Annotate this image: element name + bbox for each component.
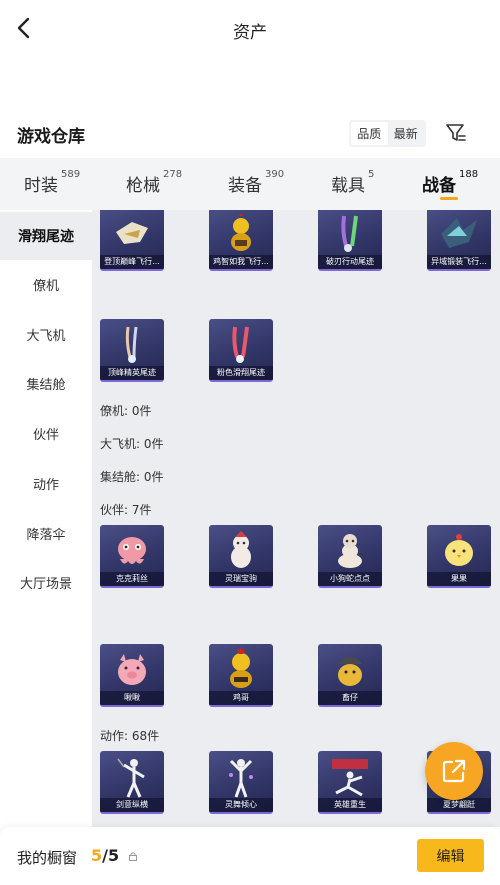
item-label: 畜仔	[318, 691, 382, 705]
sidebar-item-lobby-scene[interactable]: 大厅场景	[0, 558, 92, 606]
lock-icon	[129, 852, 137, 861]
sidebar-item-partner[interactable]: 伙伴	[0, 409, 92, 457]
share-icon	[442, 759, 466, 783]
showcase-count: 5/5	[91, 846, 119, 865]
page-title: 资产	[233, 23, 267, 43]
item-label: 鸡智如我飞行...	[209, 255, 273, 269]
tab-count: 5	[368, 169, 375, 180]
item-label: 小狗蛇点点	[318, 572, 382, 586]
warehouse-title: 游戏仓库	[17, 127, 85, 147]
tab-count: 278	[163, 169, 183, 180]
item-label: 顶峰精英尾迹	[100, 366, 164, 380]
chicken-glider-icon	[231, 213, 251, 251]
active-tab-indicator	[440, 197, 458, 200]
edit-button[interactable]: 编辑	[417, 839, 484, 872]
sword-dance-icon	[117, 758, 145, 798]
item-card[interactable]: 破刃行动尾迹	[318, 210, 382, 271]
item-label: 破刃行动尾迹	[318, 255, 382, 269]
sort-toggle: 品质 最新	[349, 120, 426, 147]
tab-label: 战备	[422, 176, 456, 196]
item-card[interactable]: 英雄重生	[318, 751, 382, 814]
item-label: 灵瑞宝驹	[209, 572, 273, 586]
item-card[interactable]: 小狗蛇点点	[318, 525, 382, 588]
tab-label: 装备	[228, 176, 262, 196]
section-label-big-plane: 大飞机: 0件	[100, 437, 164, 451]
item-card[interactable]: 鸡哥	[209, 644, 273, 707]
item-card[interactable]: 啾啾	[100, 644, 164, 707]
sidebar-item-action[interactable]: 动作	[0, 459, 92, 507]
top-nav-bar: 资产	[0, 0, 500, 58]
section-label-wingman: 僚机: 0件	[100, 404, 152, 418]
sidebar-item-big-plane[interactable]: 大飞机	[0, 310, 92, 358]
sort-option-latest[interactable]: 最新	[388, 122, 425, 145]
sidebar: 滑翔尾迹 僚机 大飞机 集结舱 伙伴 动作 降落伞 大厅场景	[0, 210, 92, 827]
sidebar-item-assembly-pod[interactable]: 集结舱	[0, 359, 92, 407]
item-label: 鸡哥	[209, 691, 273, 705]
item-card[interactable]: 灵瑞宝驹	[209, 525, 273, 588]
exotic-glider-icon	[441, 218, 477, 248]
item-label: 灵舞倾心	[209, 798, 273, 812]
pink-trail-icon	[232, 326, 249, 363]
item-card[interactable]: 剑意纵横	[100, 751, 164, 814]
showcase-total: 5	[107, 846, 120, 865]
share-button[interactable]	[425, 742, 483, 800]
item-label: 克克莉丝	[100, 572, 164, 586]
item-card[interactable]: 果果	[427, 525, 491, 588]
helmet-chick-pet-icon	[338, 657, 362, 686]
tab-count: 188	[459, 169, 479, 180]
tab-firearms[interactable]: 枪械278	[126, 169, 183, 196]
item-card[interactable]: 顶峰精英尾迹	[100, 319, 164, 382]
sidebar-item-parachute[interactable]: 降落伞	[0, 509, 92, 557]
spirit-dance-icon	[229, 759, 253, 798]
item-card[interactable]: 异域锻装飞行...	[427, 210, 491, 271]
sort-option-quality[interactable]: 品质	[351, 122, 388, 145]
tab-label: 时装	[24, 176, 58, 196]
trail-icon	[125, 326, 138, 363]
item-card[interactable]: 灵舞倾心	[209, 751, 273, 814]
item-label: 夏梦翩跹	[427, 798, 491, 812]
octopus-pet-icon	[118, 537, 146, 564]
hero-rebirth-icon	[332, 759, 368, 797]
snake-pet-icon	[338, 534, 362, 568]
tab-count: 390	[265, 169, 285, 180]
glider-icon	[116, 222, 148, 244]
pig-pet-icon	[118, 654, 146, 685]
sidebar-item-glide-trail[interactable]: 滑翔尾迹	[0, 212, 92, 260]
horse-pet-icon	[231, 531, 251, 568]
item-card[interactable]: 畜仔	[318, 644, 382, 707]
tab-count: 589	[61, 169, 81, 180]
showcase-bar: 我的橱窗 5/5 编辑	[0, 827, 500, 885]
trail-icon	[341, 215, 358, 252]
item-card[interactable]: 克克莉丝	[100, 525, 164, 588]
rooster-pet-icon	[230, 648, 252, 688]
section-label-action: 动作: 68件	[100, 729, 160, 743]
item-card[interactable]: 鸡智如我飞行...	[209, 210, 273, 271]
item-label: 果果	[427, 572, 491, 586]
tab-combat-gear[interactable]: 战备188	[422, 169, 479, 196]
category-tabs: 时装589 枪械278 装备390 载具5 战备188	[0, 158, 500, 210]
item-label: 剑意纵横	[100, 798, 164, 812]
chick-pet-icon	[445, 534, 473, 566]
item-label: 粉色滑翔尾迹	[209, 366, 273, 380]
tab-fashion[interactable]: 时装589	[24, 169, 81, 196]
item-label: 英雄重生	[318, 798, 382, 812]
item-grid: 登顶巅峰飞行... 鸡智如我飞行... 破刃行动尾迹 异域锻装飞行... 顶峰精…	[92, 210, 500, 827]
sidebar-item-wingman[interactable]: 僚机	[0, 260, 92, 308]
item-card[interactable]: 粉色滑翔尾迹	[209, 319, 273, 382]
tab-label: 载具	[331, 176, 365, 196]
item-label: 登顶巅峰飞行...	[100, 255, 164, 269]
tab-vehicles[interactable]: 载具5	[331, 169, 375, 196]
filter-icon[interactable]	[444, 121, 468, 145]
showcase-label: 我的橱窗	[17, 849, 78, 867]
item-card[interactable]: 登顶巅峰飞行...	[100, 210, 164, 271]
showcase-current: 5	[91, 846, 103, 865]
section-label-partner: 伙伴: 7件	[100, 503, 152, 517]
item-label: 啾啾	[100, 691, 164, 705]
item-label: 异域锻装飞行...	[427, 255, 491, 269]
tab-equipment[interactable]: 装备390	[228, 169, 285, 196]
section-label-assembly-pod: 集结舱: 0件	[100, 470, 164, 484]
tab-label: 枪械	[126, 176, 160, 196]
